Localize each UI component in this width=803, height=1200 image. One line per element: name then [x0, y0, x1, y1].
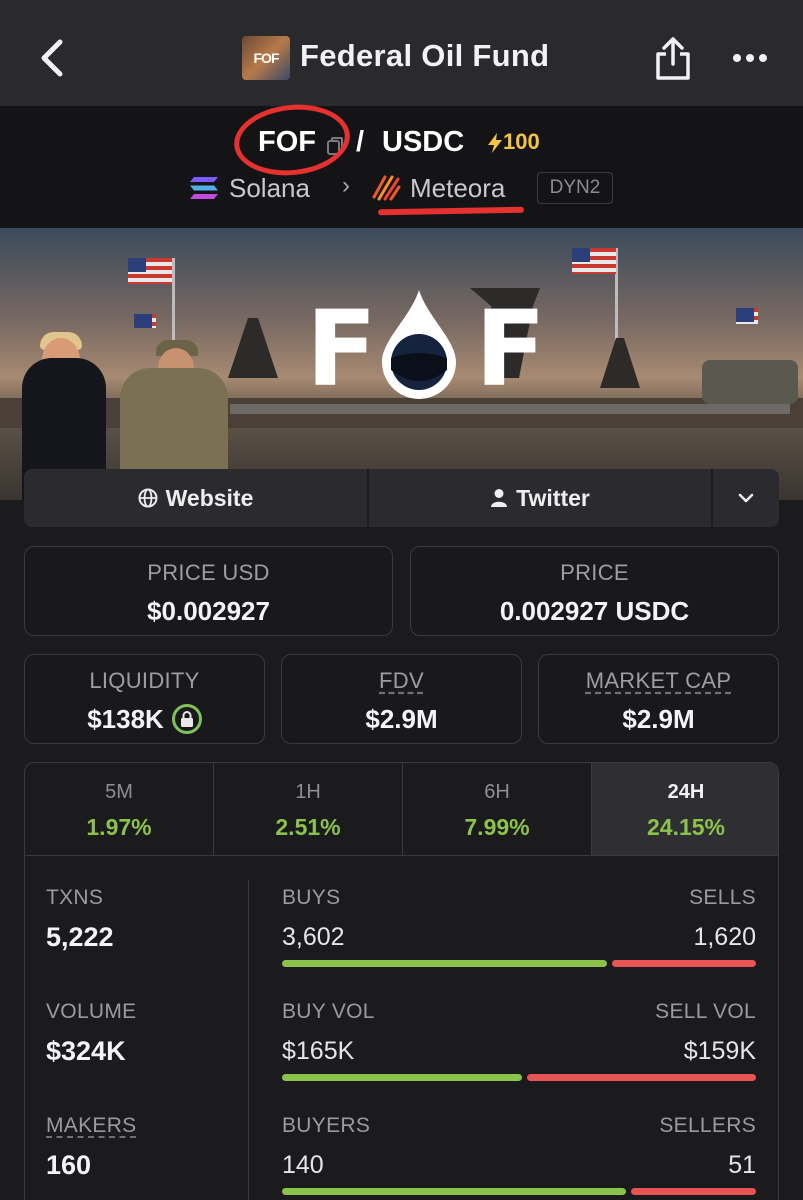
- meteora-icon: [372, 175, 401, 201]
- buyers-value: 140: [282, 1151, 324, 1179]
- pair-separator: /: [356, 126, 365, 158]
- price-usd-card: PRICE USD $0.002927: [24, 546, 393, 636]
- buy-vol-value: $165K: [282, 1037, 355, 1065]
- dex-name[interactable]: Meteora: [410, 173, 505, 204]
- oil-drop-icon: [382, 290, 456, 399]
- price-change: 2.51%: [275, 814, 341, 840]
- chevron-right-icon: ›: [342, 172, 350, 199]
- volume-label: VOLUME: [46, 1000, 137, 1023]
- volume-value: $324K: [46, 1036, 126, 1066]
- sell-vol-value: $159K: [683, 1037, 756, 1065]
- chevron-down-icon: [738, 493, 754, 503]
- back-arrow-icon[interactable]: [34, 36, 74, 80]
- sellers-label: SELLERS: [659, 1114, 756, 1137]
- makers-value: 160: [46, 1150, 92, 1180]
- makers-label[interactable]: MAKERS: [46, 1114, 137, 1138]
- sells-value: 1,620: [693, 923, 756, 951]
- price-change: 24.15%: [646, 814, 725, 840]
- website-button[interactable]: Website: [24, 469, 367, 527]
- price-value: 0.002927 USDC: [499, 596, 690, 626]
- sellers-bar: [630, 1188, 756, 1195]
- buyers-bar: [282, 1188, 626, 1195]
- pool-type-badge: DYN2: [537, 172, 613, 204]
- solana-icon: [190, 177, 218, 199]
- tab-5m[interactable]: 5M 1.97%: [25, 763, 213, 855]
- twitter-label: Twitter: [516, 484, 590, 511]
- more-links-button[interactable]: [713, 469, 779, 527]
- price-label: PRICE: [560, 560, 629, 585]
- page-title: Federal Oil Fund: [300, 38, 550, 73]
- globe-icon: [138, 488, 158, 508]
- buyers-label: BUYERS: [282, 1114, 371, 1137]
- price-usd-label: PRICE USD: [147, 560, 270, 585]
- market-cap-value: $2.9M: [622, 704, 695, 734]
- market-cap-label[interactable]: MARKET CAP: [539, 668, 778, 694]
- tab-label: 5M: [105, 781, 133, 803]
- sells-label: SELLS: [689, 886, 756, 909]
- timeframe-tabs: 5M 1.97% 1H 2.51% 6H 7.99% 24H 24.15%: [24, 762, 779, 856]
- buy-vol-label: BUY VOL: [282, 1000, 375, 1023]
- token-logo: FOF: [242, 36, 290, 80]
- lightning-icon: [488, 133, 502, 153]
- twitter-button[interactable]: Twitter: [369, 469, 711, 527]
- fdv-card: FDV $2.9M: [281, 654, 522, 744]
- user-icon: [491, 489, 508, 507]
- sells-bar: [611, 960, 756, 967]
- divider: [248, 880, 249, 1200]
- tab-1h[interactable]: 1H 2.51%: [214, 763, 402, 855]
- price-usd-value: $0.002927: [147, 596, 270, 626]
- share-icon[interactable]: [652, 34, 694, 82]
- tab-6h[interactable]: 6H 7.99%: [403, 763, 591, 855]
- tab-label: 24H: [667, 781, 705, 803]
- sell-volume-bar: [526, 1074, 756, 1081]
- transactions-panel: [24, 855, 779, 1200]
- market-cap-card: MARKET CAP $2.9M: [538, 654, 779, 744]
- more-options-icon[interactable]: [730, 48, 770, 68]
- txns-value: 5,222: [46, 922, 114, 952]
- sellers-value: 51: [728, 1151, 756, 1179]
- sell-vol-label: SELL VOL: [655, 1000, 756, 1023]
- quote-token-symbol: USDC: [382, 126, 465, 158]
- price-change: 7.99%: [464, 814, 530, 840]
- buys-value: 3,602: [282, 923, 345, 951]
- buys-label: BUYS: [282, 886, 341, 909]
- liquidity-value: $138K: [87, 704, 164, 734]
- website-label: Website: [165, 484, 254, 511]
- token-banner-image: FF: [0, 228, 803, 500]
- tank-illustration: [702, 360, 798, 404]
- tab-label: 6H: [484, 781, 510, 803]
- chain-name[interactable]: Solana: [229, 173, 310, 204]
- price-change: 1.97%: [86, 814, 152, 840]
- price-card: PRICE 0.002927 USDC: [410, 546, 779, 636]
- liquidity-card: LIQUIDITY $138K: [24, 654, 265, 744]
- tab-24h[interactable]: 24H 24.15%: [592, 763, 778, 855]
- txns-label: TXNS: [46, 886, 104, 909]
- buys-bar: [282, 960, 607, 967]
- fdv-label[interactable]: FDV: [282, 668, 521, 694]
- buy-volume-bar: [282, 1074, 522, 1081]
- liquidity-label: LIQUIDITY: [89, 668, 200, 693]
- fdv-value: $2.9M: [365, 704, 438, 734]
- tab-label: 1H: [295, 781, 321, 803]
- lock-icon[interactable]: [171, 704, 202, 734]
- boost-count[interactable]: 100: [503, 129, 540, 155]
